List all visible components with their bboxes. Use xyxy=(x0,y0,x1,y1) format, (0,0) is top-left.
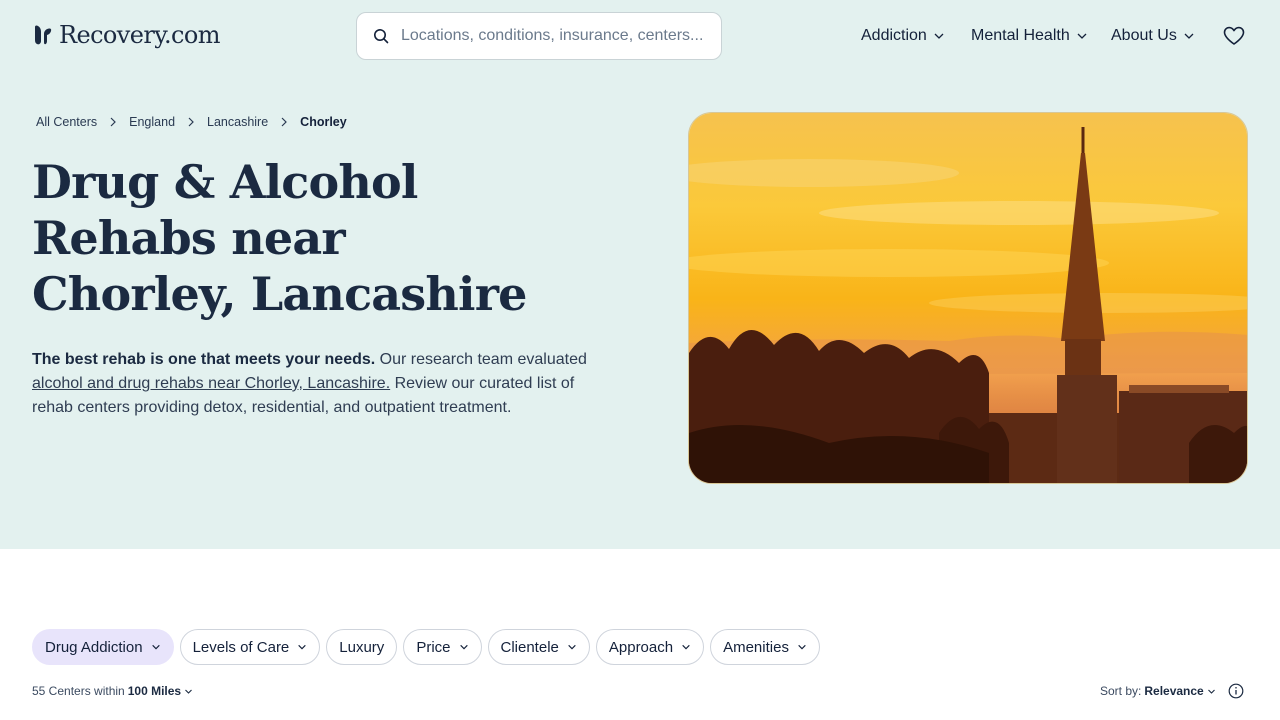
page-title-line: Drug & Alcohol xyxy=(32,155,418,209)
chevron-right-icon xyxy=(187,117,195,127)
recovery-logo-icon xyxy=(35,25,52,45)
chevron-down-icon xyxy=(934,33,944,39)
hero-image xyxy=(688,112,1248,484)
page-title: Drug & Alcohol Rehabs near Chorley, Lanc… xyxy=(32,154,592,322)
chevron-right-icon xyxy=(280,117,288,127)
search-input[interactable]: Locations, conditions, insurance, center… xyxy=(356,12,722,60)
chevron-down-icon xyxy=(298,644,307,650)
logo-text: Recovery.com xyxy=(59,21,220,49)
filter-label: Price xyxy=(416,638,451,656)
chevron-right-icon xyxy=(109,117,117,127)
sort-dropdown[interactable]: Relevance xyxy=(1144,684,1215,698)
chevron-down-icon xyxy=(568,644,576,650)
radius-value: 100 Miles xyxy=(127,684,182,698)
chevron-down-icon xyxy=(1184,33,1194,39)
chevron-down-icon xyxy=(1077,33,1087,39)
page-title-line: Chorley, Lancashire xyxy=(32,267,527,321)
results-count: 55 Centers within 100 Miles xyxy=(32,683,193,699)
heart-icon[interactable] xyxy=(1222,24,1246,48)
nav-about-us-label: About Us xyxy=(1111,27,1177,44)
chevron-down-icon xyxy=(459,644,468,650)
intro-link[interactable]: alcohol and drug rehabs near Chorley, La… xyxy=(32,375,390,392)
filter-levels-of-care[interactable]: Levels of Care xyxy=(179,629,321,665)
chevron-down-icon xyxy=(1207,689,1215,694)
radius-dropdown[interactable]: 100 Miles xyxy=(128,684,193,698)
intro-text: Our research team evaluated xyxy=(375,351,587,368)
search-icon xyxy=(374,29,389,44)
filter-luxury[interactable]: Luxury xyxy=(326,629,398,665)
chevron-down-icon xyxy=(682,644,690,650)
intro-paragraph: The best rehab is one that meets your ne… xyxy=(32,348,592,420)
sort-label: Sort by: xyxy=(1100,684,1142,698)
info-icon[interactable] xyxy=(1228,683,1244,699)
nav-mental-health[interactable]: Mental Health xyxy=(971,24,1088,48)
nav-about-us[interactable]: About Us xyxy=(1111,24,1195,48)
filter-label: Approach xyxy=(608,638,674,656)
breadcrumb-chorley: Chorley xyxy=(300,115,347,129)
filter-price[interactable]: Price xyxy=(403,629,482,665)
filter-label: Luxury xyxy=(339,638,385,656)
filter-clientele[interactable]: Clientele xyxy=(487,629,590,665)
filter-label: Amenities xyxy=(723,638,789,656)
sort-control: Sort by: Relevance xyxy=(1100,683,1216,699)
search-placeholder: Locations, conditions, insurance, center… xyxy=(401,27,704,44)
filter-drug-addiction[interactable]: Drug Addiction xyxy=(32,629,174,665)
chevron-down-icon xyxy=(185,689,192,694)
page-title-line: Rehabs near xyxy=(32,211,346,265)
breadcrumb-lancashire[interactable]: Lancashire xyxy=(207,115,268,129)
filter-approach[interactable]: Approach xyxy=(595,629,705,665)
filter-amenities[interactable]: Amenities xyxy=(710,629,820,665)
filter-label: Clientele xyxy=(500,638,559,656)
breadcrumb-all-centers[interactable]: All Centers xyxy=(36,115,97,129)
sort-value: Relevance xyxy=(1144,684,1204,698)
chevron-down-icon xyxy=(798,644,806,650)
chevron-down-icon xyxy=(151,644,160,650)
logo[interactable]: Recovery.com xyxy=(33,20,220,50)
breadcrumb: All Centers England Lancashire Chorley xyxy=(36,113,347,131)
filter-bar: Drug Addiction Levels of Care Luxury Pri… xyxy=(32,629,820,665)
nav-addiction[interactable]: Addiction xyxy=(861,24,945,48)
nav-addiction-label: Addiction xyxy=(861,27,927,44)
filter-label: Levels of Care xyxy=(192,638,290,656)
breadcrumb-england[interactable]: England xyxy=(129,115,175,129)
nav-mental-health-label: Mental Health xyxy=(971,27,1070,44)
results-count-text: 55 Centers within xyxy=(32,684,125,698)
filter-label: Drug Addiction xyxy=(45,638,143,656)
intro-bold: The best rehab is one that meets your ne… xyxy=(32,351,376,368)
